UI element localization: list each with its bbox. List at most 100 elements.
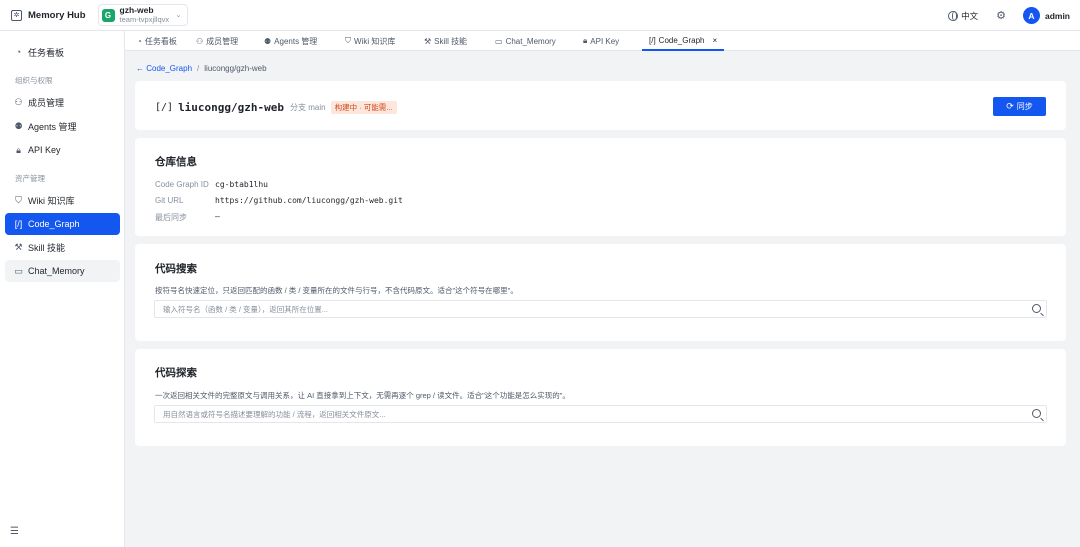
tab-label: 成员管理 (206, 36, 239, 46)
sidebar-group-assets: 资产管理 (15, 174, 45, 183)
memory-hub-logo-icon: ✲ (11, 9, 22, 21)
repo-title: [/] liucongg/gzh-web 分支 main 构建中 · 可能需..… (155, 101, 397, 114)
breadcrumb-current: liucongg/gzh-web (204, 64, 267, 73)
tab-label: Wiki 知识库 (354, 36, 396, 46)
code-search-input[interactable] (155, 301, 1015, 317)
gear-icon[interactable]: ⚙ (996, 9, 1006, 22)
repo-name: liucongg/gzh-web (178, 101, 285, 114)
tab-label: Agents 管理 (274, 36, 318, 46)
search-icon[interactable] (1032, 304, 1041, 313)
info-row-git-url: Git URL https://github.com/liucongg/gzh-… (155, 196, 403, 205)
tab-api-key[interactable]: 🔒︎ API Key (583, 31, 619, 51)
tab-label: 任务看板 (144, 36, 177, 46)
team-text: gzh-web team-tvpxjllqvx (119, 5, 170, 25)
search-icon[interactable] (1032, 409, 1041, 418)
tab-code-graph[interactable]: [/] Code_Graph × (642, 31, 725, 51)
code-icon: [/] (155, 102, 174, 113)
sidebar-item-task-board[interactable]: ◔ 任务看板 (5, 41, 120, 63)
sync-button[interactable]: ⟳ 同步 (993, 97, 1046, 116)
sidebar-item-skill[interactable]: ⚒ Skill 技能 (5, 236, 120, 258)
sidebar-item-code-graph[interactable]: [/] Code_Graph (5, 213, 120, 235)
user-name[interactable]: admin (1045, 11, 1070, 21)
sidebar-group-org: 组织与权限 (15, 76, 53, 85)
top-bar: ✲ Memory Hub G gzh-web team-tvpxjllqvx ⌄… (0, 0, 1080, 31)
chat-icon: ▭ (14, 265, 23, 276)
app-logo[interactable]: ✲ Memory Hub (11, 9, 86, 21)
info-label: 最后同步 (155, 213, 187, 222)
sidebar-item-chat-memory[interactable]: ▭ Chat_Memory (5, 260, 120, 282)
info-label: Git URL (155, 196, 184, 205)
code-icon: [/] (649, 35, 656, 45)
chevron-down-icon: ⌄ (175, 12, 182, 19)
tab-skill[interactable]: ⚒ Skill 技能 (424, 31, 467, 51)
sidebar-item-label: Wiki 知识库 (28, 195, 75, 206)
sidebar-item-members[interactable]: ⚇ 成员管理 (5, 91, 120, 113)
info-value: https://github.com/liucongg/gzh-web.git (215, 196, 403, 205)
tools-icon: ⚒ (424, 36, 432, 46)
sidebar-item-label: API Key (28, 145, 61, 155)
users-icon: ⚉ (14, 120, 23, 131)
repo-info-card: 仓库信息 Code Graph ID cg-btab1lhu Git URL h… (135, 138, 1066, 236)
tab-members[interactable]: ⚇ 成员管理 (196, 31, 238, 51)
status-badge: 构建中 · 可能需... (330, 101, 397, 114)
bookmark-icon: ⛉ (15, 194, 22, 205)
sync-button-label: 同步 (1016, 102, 1033, 111)
sidebar-collapse-icon[interactable]: ☰ (10, 526, 19, 537)
language-switcher[interactable]: 中文 (948, 10, 978, 22)
sidebar-item-label: 任务看板 (28, 47, 65, 58)
refresh-icon: ⟳ (1006, 101, 1014, 111)
code-explore-box (154, 405, 1047, 423)
info-label: Code Graph ID (155, 180, 209, 189)
sidebar: ◔ 任务看板 组织与权限 ⚇ 成员管理 ⚉ Agents 管理 🔒︎ API K… (0, 31, 125, 547)
breadcrumb: ← Code_Graph / liucongg/gzh-web (136, 64, 267, 73)
users-icon: ⚉ (264, 36, 272, 46)
lock-icon: 🔒︎ (16, 144, 21, 155)
team-id: team-tvpxjllqvx (119, 15, 170, 24)
sidebar-item-label: Chat_Memory (28, 266, 85, 276)
repo-header-card: [/] liucongg/gzh-web 分支 main 构建中 · 可能需..… (135, 81, 1066, 130)
info-row-last-sync: 最后同步 — (155, 212, 220, 223)
sidebar-item-label: 成员管理 (28, 97, 65, 108)
team-name: gzh-web (119, 5, 154, 15)
info-value: cg-btab1lhu (215, 180, 268, 189)
code-search-box (154, 300, 1047, 318)
repo-info-title: 仓库信息 (155, 156, 197, 168)
code-explore-title: 代码探索 (155, 367, 197, 379)
close-icon[interactable]: × (712, 36, 717, 45)
code-search-title: 代码搜索 (155, 263, 197, 275)
tab-bar: ◔ 任务看板 ⚇ 成员管理 ⚉ Agents 管理 ⛉ Wiki 知识库 ⚒ S… (125, 31, 1080, 51)
repo-branch: 分支 main (290, 103, 326, 112)
dashboard-icon: ◔ (15, 47, 22, 57)
sidebar-item-label: Skill 技能 (28, 242, 66, 253)
tab-label: Skill 技能 (434, 36, 468, 46)
app-name: Memory Hub (28, 9, 86, 21)
tools-icon: ⚒ (14, 241, 23, 252)
tab-wiki[interactable]: ⛉ Wiki 知识库 (345, 31, 395, 51)
team-switcher[interactable]: G gzh-web team-tvpxjllqvx ⌄ (97, 4, 188, 26)
breadcrumb-separator: / (197, 64, 200, 73)
info-row-code-graph-id: Code Graph ID cg-btab1lhu (155, 180, 268, 189)
sidebar-item-label: Code_Graph (28, 219, 80, 229)
tab-label: Code_Graph (658, 35, 705, 45)
lock-icon: 🔒︎ (583, 36, 588, 45)
sidebar-item-agents[interactable]: ⚉ Agents 管理 (5, 115, 120, 137)
sidebar-item-label: Agents 管理 (28, 121, 77, 132)
tab-agents[interactable]: ⚉ Agents 管理 (264, 31, 317, 51)
sidebar-item-wiki[interactable]: ⛉ Wiki 知识库 (5, 189, 120, 211)
code-explore-description: 一次返回相关文件的完整原文与调用关系，让 AI 直接拿到上下文，无需再逐个 gr… (155, 391, 570, 400)
code-search-card: 代码搜索 按符号名快速定位，只返回匹配的函数 / 类 / 变量所在的文件与行号，… (135, 244, 1066, 341)
team-avatar: G (101, 8, 115, 22)
tab-task-board[interactable]: ◔ 任务看板 (137, 31, 177, 51)
user-avatar[interactable]: A (1022, 7, 1040, 24)
top-right-tools: 中文 ⚙ A admin (948, 0, 1070, 31)
user-icon: ⚇ (14, 96, 23, 107)
dashboard-icon: ◔ (137, 36, 142, 46)
tab-chat-memory[interactable]: ▭ Chat_Memory (495, 31, 556, 51)
globe-icon (948, 10, 959, 21)
tab-label: API Key (590, 36, 620, 46)
code-explore-input[interactable] (155, 406, 1015, 422)
sidebar-item-api-key[interactable]: 🔒︎ API Key (5, 139, 120, 161)
bookmark-icon: ⛉ (345, 36, 351, 45)
breadcrumb-back-link[interactable]: ← Code_Graph (136, 64, 192, 73)
code-explore-card: 代码探索 一次返回相关文件的完整原文与调用关系，让 AI 直接拿到上下文，无需再… (135, 349, 1066, 446)
